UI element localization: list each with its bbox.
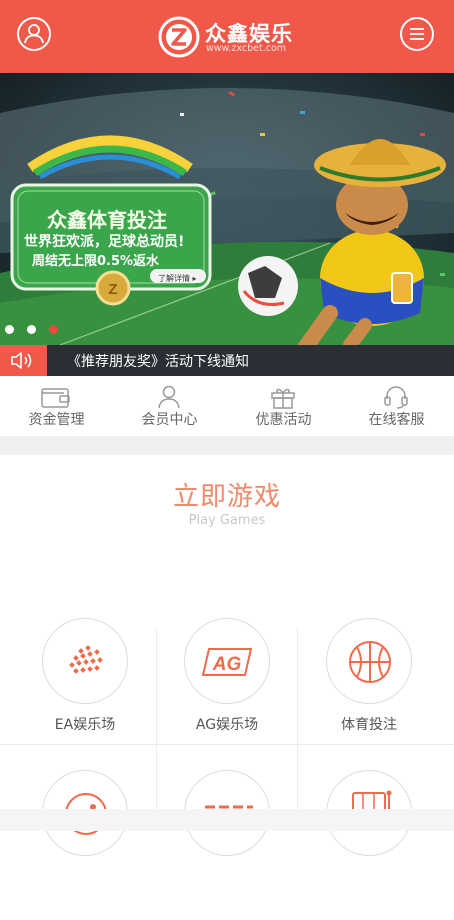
- user-button[interactable]: [17, 17, 51, 51]
- quicknav-funds[interactable]: 资金管理: [0, 376, 113, 436]
- promo-more-link[interactable]: 了解详情 ▸: [158, 273, 197, 284]
- game-label: EA娱乐场: [54, 717, 116, 733]
- game-tile-sports[interactable]: 体育投注: [298, 618, 440, 768]
- game-icon-circle: [42, 618, 128, 704]
- game-icon-circle: AG: [184, 618, 270, 704]
- game-tile[interactable]: [156, 770, 298, 920]
- menu-icon: [410, 28, 424, 40]
- game-icon-circle: [326, 618, 412, 704]
- carousel-dot[interactable]: [5, 325, 14, 334]
- section-title: 立即游戏: [172, 482, 281, 512]
- quicknav-label: 会员中心: [141, 412, 198, 428]
- notice-bar[interactable]: 《推荐朋友奖》活动下线通知: [0, 345, 454, 376]
- promo-banner[interactable]: Z 众鑫体育投注 世界狂欢派，足球总动员! 周结无上限0.5%返水 了解详情 ▸: [0, 73, 454, 345]
- quicknav-member[interactable]: 会员中心: [113, 376, 226, 436]
- zx-logo-icon: [158, 16, 200, 58]
- quicknav-promotions[interactable]: 优惠活动: [227, 376, 340, 436]
- section-divider: [0, 436, 454, 455]
- game-tile-ea[interactable]: EA娱乐场: [14, 618, 156, 768]
- basketball-icon: [349, 641, 391, 683]
- wallet-icon: [41, 388, 70, 408]
- top-header: 众鑫娱乐 www.zxcbet.com: [0, 0, 454, 73]
- promo-line-1: 世界狂欢派，足球总动员!: [24, 234, 185, 250]
- svg-text:AG: AG: [212, 654, 242, 675]
- game-label: 体育投注: [341, 717, 397, 733]
- quick-nav: 资金管理 会员中心 优惠活动 在线客服: [0, 376, 454, 436]
- notice-icon-box: [0, 345, 47, 376]
- brand-logo[interactable]: 众鑫娱乐 www.zxcbet.com: [158, 14, 298, 60]
- game-tile[interactable]: [14, 770, 156, 920]
- carousel-dot[interactable]: [27, 325, 36, 334]
- quicknav-label: 优惠活动: [255, 412, 312, 428]
- notice-text[interactable]: 《推荐朋友奖》活动下线通知: [67, 351, 249, 371]
- promo-line-2: 周结无上限0.5%返水: [32, 254, 160, 269]
- game-tile-ag[interactable]: AG AG娱乐场: [156, 618, 298, 768]
- game-label: AG娱乐场: [195, 717, 259, 733]
- user-icon: [24, 24, 44, 44]
- bottom-bar: [0, 809, 454, 831]
- game-tile[interactable]: [298, 770, 440, 920]
- brand-url: www.zxcbet.com: [206, 43, 287, 54]
- ag-icon: AG: [201, 648, 253, 676]
- promo-title: 众鑫体育投注: [47, 208, 167, 232]
- speaker-icon: [11, 352, 32, 369]
- quicknav-support[interactable]: 在线客服: [340, 376, 453, 436]
- svg-text:Z: Z: [108, 281, 117, 298]
- headset-icon: [384, 386, 408, 409]
- quicknav-label: 在线客服: [368, 412, 425, 428]
- carousel-dot-active[interactable]: [49, 325, 58, 334]
- ea-icon: [69, 645, 103, 674]
- menu-button[interactable]: [400, 17, 434, 51]
- member-icon: [158, 385, 180, 409]
- quicknav-label: 资金管理: [28, 412, 85, 428]
- gift-icon: [271, 388, 295, 409]
- section-subtitle: Play Games: [188, 513, 266, 528]
